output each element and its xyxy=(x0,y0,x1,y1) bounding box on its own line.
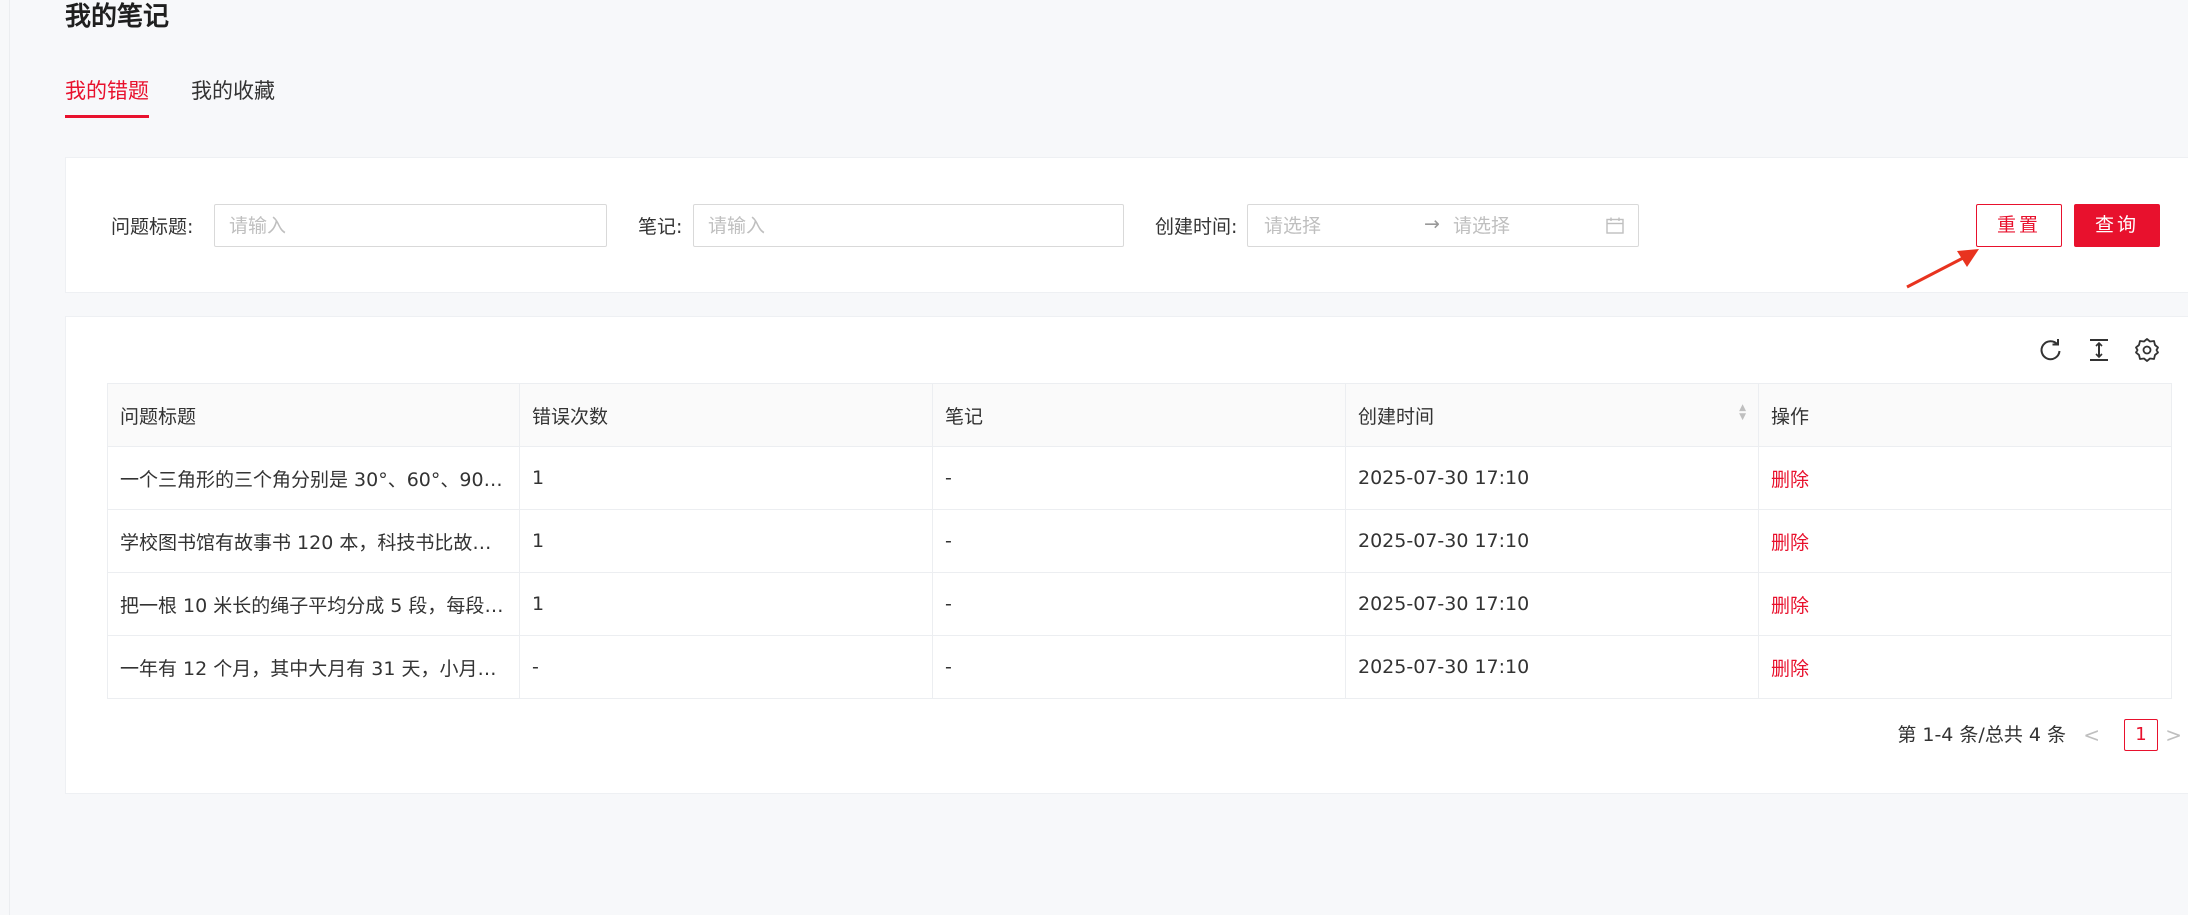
table-header-row: 问题标题 错误次数 笔记 创建时间 ▲ ▼ 操作 xyxy=(107,383,2172,447)
settings-icon[interactable] xyxy=(2134,337,2160,363)
range-arrow: → xyxy=(1424,213,1440,235)
question-title-input[interactable] xyxy=(214,204,607,247)
table-panel: 问题标题 错误次数 笔记 创建时间 ▲ ▼ 操作 一个三角形的三个角分别是 30 xyxy=(65,316,2188,794)
range-start-placeholder[interactable]: 请选择 xyxy=(1264,214,1321,238)
cell-created: 2025-07-30 17:10 xyxy=(1345,635,1759,699)
annotation-arrow xyxy=(1906,249,1979,289)
sort-icon[interactable]: ▲ ▼ xyxy=(1739,403,1746,422)
pagination-total: 第 1-4 条/总共 4 条 xyxy=(1897,724,2066,746)
cell-title: 学校图书馆有故事书 120 本，科技书比故事书少 1/4，科技书有多少本？ xyxy=(107,509,520,573)
cell-title: 把一根 10 米长的绳子平均分成 5 段，每段长多少米？ xyxy=(107,572,520,636)
refresh-icon[interactable] xyxy=(2038,337,2064,363)
cell-note: - xyxy=(932,446,1346,510)
prev-page-icon[interactable]: < xyxy=(2083,721,2100,749)
created-time-range-picker[interactable]: 请选择 → 请选择 xyxy=(1247,204,1639,247)
cell-action: 删除 xyxy=(1758,572,2172,636)
page-title: 我的笔记 xyxy=(65,2,170,32)
page: 我的笔记 我的错题 我的收藏 问题标题: 笔记: 创建时间: 请选择 → 请选择… xyxy=(9,0,2188,915)
column-header-created[interactable]: 创建时间 ▲ ▼ xyxy=(1345,383,1759,447)
note-label: 笔记: xyxy=(638,216,683,238)
cell-created: 2025-07-30 17:10 xyxy=(1345,509,1759,573)
tab-favorites[interactable]: 我的收藏 xyxy=(191,75,275,120)
column-header-created-label: 创建时间 xyxy=(1358,405,1435,428)
page-button-1[interactable]: 1 xyxy=(2124,719,2158,751)
cell-title: 一年有 12 个月，其中大月有 31 天，小月有 30 天，二月有多少天？ xyxy=(107,635,520,699)
cell-action: 删除 xyxy=(1758,635,2172,699)
table-row: 一年有 12 个月，其中大月有 31 天，小月有 30 天，二月有多少天？ - … xyxy=(107,635,2172,699)
tab-wrong-questions[interactable]: 我的错题 xyxy=(65,75,149,120)
created-time-label: 创建时间: xyxy=(1155,216,1238,238)
column-header-note: 笔记 xyxy=(932,383,1346,447)
column-header-title: 问题标题 xyxy=(107,383,520,447)
delete-link[interactable]: 删除 xyxy=(1771,469,1809,491)
tabs: 我的错题 我的收藏 xyxy=(65,75,317,120)
column-height-icon[interactable] xyxy=(2086,337,2112,363)
note-input[interactable] xyxy=(693,204,1124,247)
cell-errors: 1 xyxy=(519,446,933,510)
cell-created: 2025-07-30 17:10 xyxy=(1345,572,1759,636)
table-row: 一个三角形的三个角分别是 30°、60°、90°，这个三角形按角分类属于什么三角… xyxy=(107,446,2172,510)
column-header-action: 操作 xyxy=(1758,383,2172,447)
cell-note: - xyxy=(932,635,1346,699)
delete-link[interactable]: 删除 xyxy=(1771,658,1809,680)
cell-errors: - xyxy=(519,635,933,699)
next-page-icon[interactable]: > xyxy=(2165,721,2182,749)
table-row: 学校图书馆有故事书 120 本，科技书比故事书少 1/4，科技书有多少本？ 1 … xyxy=(107,509,2172,573)
column-header-errors: 错误次数 xyxy=(519,383,933,447)
cell-errors: 1 xyxy=(519,572,933,636)
reset-button[interactable]: 重置 xyxy=(1976,204,2062,247)
cell-title: 一个三角形的三个角分别是 30°、60°、90°，这个三角形按角分类属于什么三角… xyxy=(107,446,520,510)
range-end-placeholder[interactable]: 请选择 xyxy=(1453,214,1510,238)
cell-action: 删除 xyxy=(1758,509,2172,573)
query-button[interactable]: 查询 xyxy=(2074,204,2160,247)
cell-errors: 1 xyxy=(519,509,933,573)
cell-note: - xyxy=(932,509,1346,573)
filter-panel: 问题标题: 笔记: 创建时间: 请选择 → 请选择 重置 查询 xyxy=(65,157,2188,293)
cell-created: 2025-07-30 17:10 xyxy=(1345,446,1759,510)
delete-link[interactable]: 删除 xyxy=(1771,595,1809,617)
cell-action: 删除 xyxy=(1758,446,2172,510)
question-title-label: 问题标题: xyxy=(111,216,194,238)
delete-link[interactable]: 删除 xyxy=(1771,532,1809,554)
calendar-icon xyxy=(1606,217,1624,234)
table-row: 把一根 10 米长的绳子平均分成 5 段，每段长多少米？ 1 - 2025-07… xyxy=(107,572,2172,636)
wrong-questions-table: 问题标题 错误次数 笔记 创建时间 ▲ ▼ 操作 一个三角形的三个角分别是 30 xyxy=(107,383,2172,699)
sort-down-icon: ▼ xyxy=(1739,411,1746,422)
cell-note: - xyxy=(932,572,1346,636)
